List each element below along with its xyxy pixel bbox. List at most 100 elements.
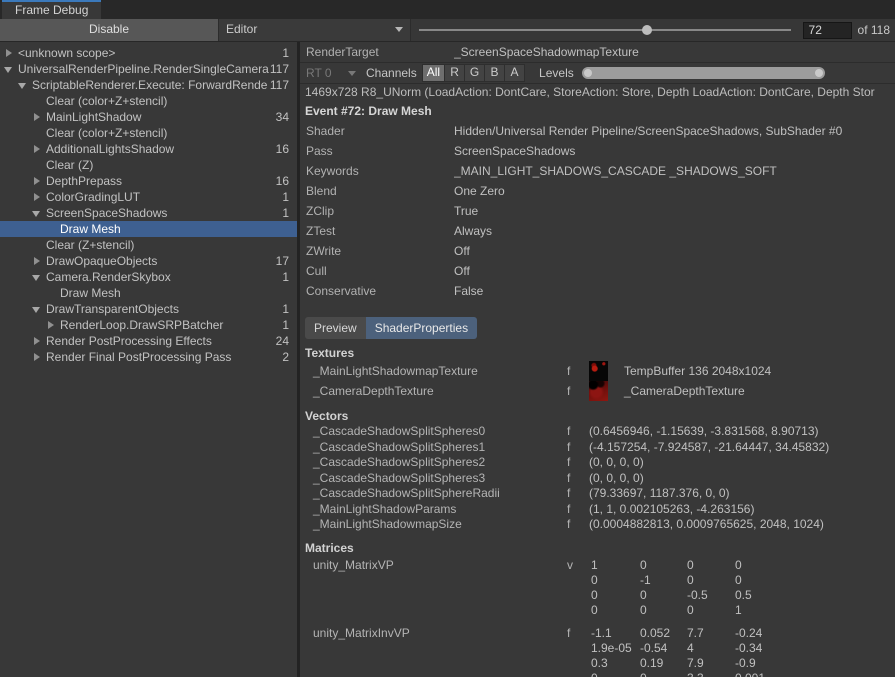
vector-row: _MainLightShadowmapSizef(0.0004882813, 0… xyxy=(300,517,895,533)
texture-row: _MainLightShadowmapTexturefTempBuffer 13… xyxy=(300,361,895,381)
vector-row: _MainLightShadowParamsf(1, 1, 0.00210526… xyxy=(300,502,895,518)
frame-total-label: of 118 xyxy=(858,23,895,37)
tree-item-label: ScreenSpaceShadows xyxy=(46,206,282,220)
matrix-cell: 0 xyxy=(640,558,647,573)
chevron-right-icon[interactable] xyxy=(46,320,56,330)
matrix-cell: 7.7 xyxy=(687,626,704,641)
editor-dropdown[interactable]: Editor xyxy=(219,19,411,41)
matrix-cell: -1 xyxy=(640,573,651,588)
matrix-cell: -0.24 xyxy=(735,626,762,641)
disable-button[interactable]: Disable xyxy=(0,19,219,41)
chevron-down-icon[interactable] xyxy=(32,272,42,282)
tree-item-label: Camera.RenderSkybox xyxy=(46,270,282,284)
tree-item[interactable]: Clear (color+Z+stencil) xyxy=(0,93,297,109)
chevron-down-icon xyxy=(348,71,356,76)
depth-thumbnail[interactable] xyxy=(589,381,608,401)
event-details-panel: RenderTarget _ScreenSpaceShadowmapTextur… xyxy=(300,42,895,677)
shader-state-row: ShaderHidden/Universal Render Pipeline/S… xyxy=(300,121,895,141)
tree-item[interactable]: Camera.RenderSkybox1 xyxy=(0,269,297,285)
tree-item[interactable]: Clear (Z) xyxy=(0,157,297,173)
rt-index-dropdown[interactable]: RT 0 xyxy=(300,65,358,81)
tab-preview[interactable]: Preview xyxy=(305,317,366,339)
tree-item[interactable]: <unknown scope>1 xyxy=(0,45,297,61)
matrix-cell: 0.5 xyxy=(735,588,752,603)
tree-item[interactable]: ScriptableRenderer.Execute: ForwardRende… xyxy=(0,77,297,93)
tree-item[interactable]: DepthPrepass16 xyxy=(0,173,297,189)
tree-item-label: Render Final PostProcessing Pass xyxy=(46,350,282,364)
tree-item[interactable]: Draw Mesh xyxy=(0,221,297,237)
tree-item[interactable]: ColorGradingLUT1 xyxy=(0,189,297,205)
tree-item[interactable]: DrawTransparentObjects1 xyxy=(0,301,297,317)
chevron-right-icon[interactable] xyxy=(32,336,42,346)
tree-indent xyxy=(0,197,32,198)
levels-slider-bar[interactable] xyxy=(582,67,825,79)
chevron-right-icon[interactable] xyxy=(32,176,42,186)
chevron-down-icon[interactable] xyxy=(32,208,42,218)
tree-indent xyxy=(0,117,32,118)
frame-slider-track xyxy=(419,29,791,31)
shadowmap-thumbnail[interactable] xyxy=(589,361,608,381)
channel-g-button[interactable]: G xyxy=(465,64,485,82)
shader-state-value: False xyxy=(454,284,483,298)
matrix-cell: 0 xyxy=(687,603,694,618)
frame-number-input[interactable]: 72 xyxy=(803,22,852,39)
render-target-row: RenderTarget _ScreenSpaceShadowmapTextur… xyxy=(300,42,895,63)
tree-item[interactable]: Render Final PostProcessing Pass2 xyxy=(0,349,297,365)
tree-item[interactable]: Draw Mesh xyxy=(0,285,297,301)
tab-frame-debug[interactable]: Frame Debug xyxy=(2,0,101,19)
chevron-right-icon[interactable] xyxy=(4,48,14,58)
tree-item[interactable]: ScreenSpaceShadows1 xyxy=(0,205,297,221)
tree-item[interactable]: AdditionalLightsShadow16 xyxy=(0,141,297,157)
chevron-right-icon[interactable] xyxy=(32,112,42,122)
vector-name: _MainLightShadowParams xyxy=(313,502,456,517)
channel-a-button[interactable]: A xyxy=(505,64,525,82)
texture-name: _CameraDepthTexture xyxy=(313,381,434,401)
chevron-right-icon[interactable] xyxy=(32,352,42,362)
tree-item[interactable]: Render PostProcessing Effects24 xyxy=(0,333,297,349)
vector-type: f xyxy=(567,471,570,486)
tree-item-count: 1 xyxy=(282,46,297,60)
matrix-cell: -0.5 xyxy=(687,588,708,603)
frame-slider-knob[interactable] xyxy=(642,25,652,35)
tree-indent xyxy=(0,325,46,326)
tree-item[interactable]: MainLightShadow34 xyxy=(0,109,297,125)
levels-max-handle[interactable] xyxy=(815,69,823,77)
chevron-right-icon[interactable] xyxy=(32,192,42,202)
tree-indent xyxy=(0,357,32,358)
tree-indent xyxy=(0,85,18,86)
tree-item-label: MainLightShadow xyxy=(46,110,276,124)
matrix-cell: 0.3 xyxy=(591,656,608,671)
vector-type: f xyxy=(567,440,570,455)
chevron-down-icon[interactable] xyxy=(18,80,28,90)
channel-button-group: AllRGBA xyxy=(422,64,525,82)
matrix-cell: 0 xyxy=(591,588,598,603)
chevron-right-icon[interactable] xyxy=(32,256,42,266)
tree-item[interactable]: DrawOpaqueObjects17 xyxy=(0,253,297,269)
tree-indent xyxy=(0,245,32,246)
tree-item-label: Clear (color+Z+stencil) xyxy=(46,126,289,140)
tree-item[interactable]: UniversalRenderPipeline.RenderSingleCame… xyxy=(0,61,297,77)
channel-all-button[interactable]: All xyxy=(422,64,445,82)
shader-state-label: Shader xyxy=(300,124,454,138)
chevron-down-icon[interactable] xyxy=(32,304,42,314)
matrix-cell: 0 xyxy=(640,588,647,603)
shader-state-value: ScreenSpaceShadows xyxy=(454,144,575,158)
chevron-down-icon[interactable] xyxy=(4,64,14,74)
tree-item-label: Clear (Z+stencil) xyxy=(46,238,289,252)
tree-item[interactable]: Clear (color+Z+stencil) xyxy=(0,125,297,141)
matrix-cell: 0 xyxy=(640,603,647,618)
tree-item-count: 2 xyxy=(282,350,297,364)
shader-state-row: ZWriteOff xyxy=(300,241,895,261)
vector-name: _MainLightShadowmapSize xyxy=(313,517,462,532)
tree-item[interactable]: RenderLoop.DrawSRPBatcher1 xyxy=(0,317,297,333)
channel-r-button[interactable]: R xyxy=(445,64,465,82)
tab-shader-properties[interactable]: ShaderProperties xyxy=(366,317,477,339)
chevron-right-icon[interactable] xyxy=(32,144,42,154)
matrix-block: unity_MatrixVPv10000-10000-0.50.50001 xyxy=(300,558,895,618)
vector-name: _CascadeShadowSplitSpheres1 xyxy=(313,440,485,455)
levels-slider[interactable] xyxy=(582,66,825,80)
tree-item[interactable]: Clear (Z+stencil) xyxy=(0,237,297,253)
channel-b-button[interactable]: B xyxy=(485,64,505,82)
levels-min-handle[interactable] xyxy=(584,69,592,77)
frame-slider[interactable] xyxy=(411,19,801,41)
